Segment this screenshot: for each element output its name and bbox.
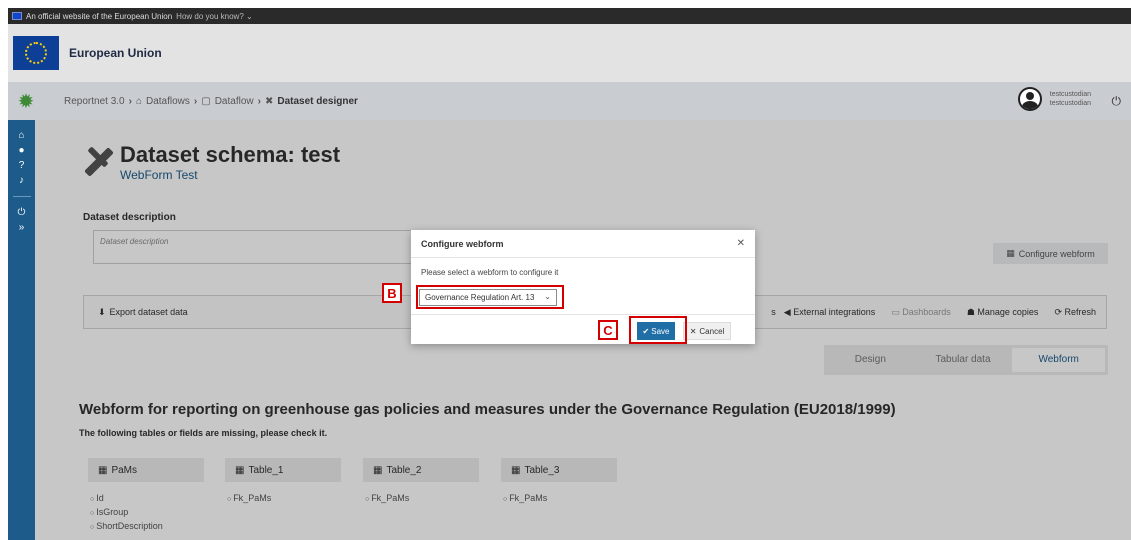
how-do-you-know-link[interactable]: How do you know? ⌄ (176, 12, 253, 21)
expand-icon[interactable]: » (19, 222, 25, 233)
dialog-header: Configure webform ✕ (411, 230, 755, 258)
bell-icon[interactable]: ♪ (19, 175, 24, 186)
eu-flag-logo[interactable] (13, 36, 59, 70)
close-icon: ✕ (689, 326, 697, 336)
screenshot: An official website of the European Unio… (8, 8, 1131, 540)
user-role: testcustodian (1049, 100, 1091, 107)
reportnet-logo-icon[interactable]: ✹ (8, 82, 44, 120)
user-names: testcustodian testcustodian (1050, 90, 1091, 108)
home-icon: ⌂ (135, 95, 142, 107)
org-name: European Union (69, 46, 162, 60)
annotation-c-label: C (598, 320, 618, 340)
dataflow-icon: ▢ (201, 95, 211, 107)
user-name: testcustodian (1049, 91, 1091, 98)
sidebar-divider (12, 196, 31, 197)
eu-header: European Union (8, 24, 1131, 82)
breadcrumb-dataflow[interactable]: Dataflow (215, 96, 254, 107)
avatar[interactable] (1017, 87, 1042, 111)
app-header: ✹ Reportnet 3.0 › ⌂ Dataflows › ▢ Datafl… (8, 82, 1131, 120)
dialog-prompt: Please select a webform to configure it (421, 268, 559, 277)
power-icon[interactable]: ⏻ (18, 207, 26, 218)
breadcrumb-dataflows[interactable]: Dataflows (146, 96, 190, 107)
power-icon[interactable]: ⏻ (1112, 94, 1122, 109)
breadcrumb-reportnet[interactable]: Reportnet 3.0 (64, 96, 125, 107)
annotation-c-highlight (629, 316, 687, 344)
eu-official-banner: An official website of the European Unio… (8, 8, 1131, 24)
tools-icon: ✖ (264, 95, 274, 107)
main-content: Dataset schema: test WebForm Test Datase… (35, 120, 1131, 540)
dialog-title: Configure webform (421, 238, 504, 249)
chevron-right-icon: › (193, 95, 198, 107)
user-icon[interactable]: ● (18, 145, 24, 156)
cancel-button[interactable]: ✕ Cancel (683, 322, 731, 340)
close-icon[interactable]: ✕ (737, 238, 745, 249)
chevron-right-icon: › (128, 95, 132, 107)
home-icon[interactable]: ⌂ (18, 130, 24, 141)
user-menu[interactable]: testcustodian testcustodian (1017, 87, 1091, 111)
chevron-right-icon: › (257, 95, 261, 107)
breadcrumb-dataset-designer: Dataset designer (277, 95, 358, 107)
official-text: An official website of the European Unio… (26, 11, 173, 21)
help-icon[interactable]: ? (19, 160, 25, 171)
annotation-b-label: B (382, 283, 402, 303)
eu-flag-mini-icon (12, 12, 22, 20)
annotation-b-highlight (416, 285, 564, 309)
breadcrumb: Reportnet 3.0 › ⌂ Dataflows › ▢ Dataflow… (64, 96, 358, 107)
left-sidebar: ⌂ ● ? ♪ ⏻ » (8, 120, 35, 540)
